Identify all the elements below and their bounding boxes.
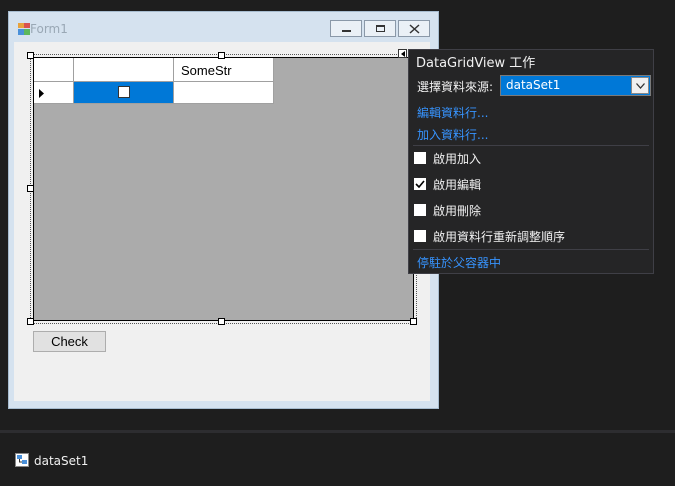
panel-separator xyxy=(413,145,649,146)
smart-tag-button[interactable] xyxy=(398,49,407,58)
checkmark-icon xyxy=(415,180,425,188)
enable-delete-checkbox[interactable] xyxy=(414,204,426,216)
form-icon xyxy=(17,22,31,36)
row-header[interactable] xyxy=(34,82,74,104)
panel-separator-bottom xyxy=(413,249,649,250)
column-header-checkbox[interactable] xyxy=(74,58,174,82)
maximize-button[interactable] xyxy=(364,20,396,37)
resize-handle-nw[interactable] xyxy=(27,52,34,59)
enable-edit-checkbox[interactable] xyxy=(414,178,426,190)
enable-column-reorder-checkbox[interactable] xyxy=(414,230,426,242)
grid-corner-header[interactable] xyxy=(34,58,74,82)
source-label: 選擇資料來源: xyxy=(417,80,494,94)
source-select-value: dataSet1 xyxy=(506,78,561,92)
enable-delete-label: 啟用刪除 xyxy=(433,204,482,218)
check-button[interactable]: Check xyxy=(33,331,106,352)
resize-handle-n[interactable] xyxy=(218,52,225,59)
smart-tag-title: DataGridView 工作 xyxy=(416,56,536,71)
row-indicator-icon xyxy=(39,89,44,98)
dock-in-parent-link[interactable]: 停駐於父容器中 xyxy=(417,254,501,271)
chevron-down-icon xyxy=(636,83,645,89)
close-button[interactable] xyxy=(398,20,430,37)
column-header-somestr[interactable]: SomeStr xyxy=(174,58,274,82)
maximize-icon xyxy=(376,25,385,32)
component-tray-divider xyxy=(0,430,675,433)
minimize-icon xyxy=(342,30,351,32)
form-title: Form1 xyxy=(30,22,68,36)
edit-columns-link[interactable]: 編輯資料行... xyxy=(417,104,488,121)
dataset-icon xyxy=(15,453,29,467)
grid-cell-checkbox[interactable] xyxy=(74,82,174,104)
enable-add-checkbox[interactable] xyxy=(414,152,426,164)
resize-handle-sw[interactable] xyxy=(27,318,34,325)
source-select[interactable]: dataSet1 xyxy=(500,75,651,96)
component-tray-item[interactable]: dataSet1 xyxy=(15,452,105,470)
enable-column-reorder-label: 啟用資料行重新調整順序 xyxy=(433,230,566,244)
close-icon xyxy=(409,24,420,34)
resize-handle-se[interactable] xyxy=(410,318,417,325)
smart-tag-arrow-icon xyxy=(401,51,405,57)
enable-edit-label: 啟用編輯 xyxy=(433,178,482,192)
cell-checkbox[interactable] xyxy=(118,86,130,98)
resize-handle-w[interactable] xyxy=(27,185,34,192)
dropdown-button[interactable] xyxy=(631,77,649,94)
add-column-link[interactable]: 加入資料行... xyxy=(417,126,488,143)
enable-add-label: 啟用加入 xyxy=(433,152,482,166)
dataset-name: dataSet1 xyxy=(34,454,89,468)
resize-handle-s[interactable] xyxy=(218,318,225,325)
minimize-button[interactable] xyxy=(330,20,362,37)
grid-cell-somestr[interactable] xyxy=(174,82,274,104)
